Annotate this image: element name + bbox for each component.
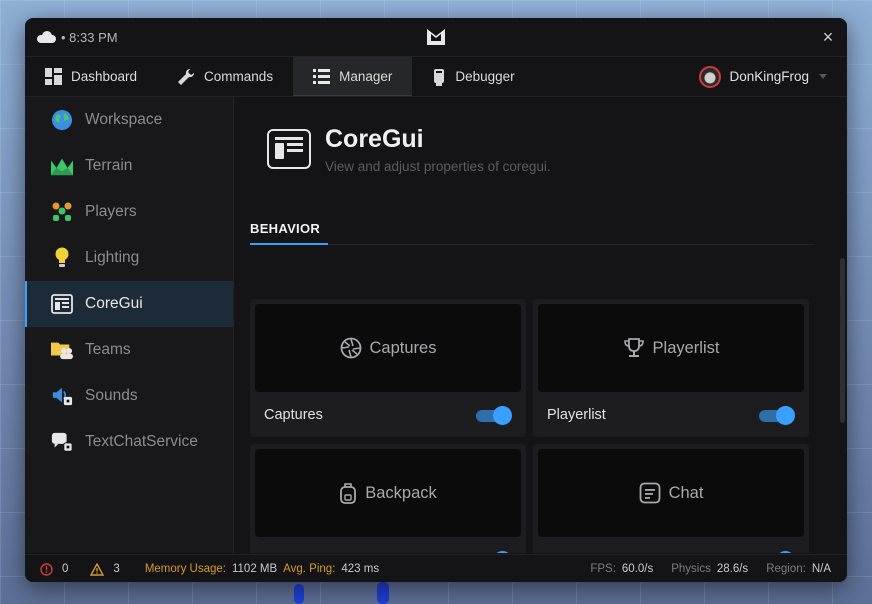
chevron-down-icon [819,74,827,79]
card-preview: Captures [255,304,521,392]
warning-count[interactable]: 3 [90,562,120,576]
card-preview-label: Captures [369,338,437,357]
sidebar-item-workspace[interactable]: Workspace [25,97,233,143]
terrain-icon [51,155,73,177]
setting-card-playerlist: Playerlist Playerlist [533,299,809,437]
setting-card-backpack: Backpack [250,444,526,553]
dashboard-icon [45,68,62,85]
tab-active-indicator [250,243,328,245]
teams-icon [51,339,73,361]
sidebar-item-label: TextChatService [85,433,198,450]
card-label: Playerlist [547,407,606,423]
title-bar: • 8:33 PM × [25,18,847,57]
card-preview: Chat [538,449,804,537]
sidebar-item-label: Workspace [85,111,163,128]
setting-card-captures: Captures Captures [250,299,526,437]
page-title: CoreGui [325,125,424,153]
chat-toggle[interactable] [759,551,795,553]
tab-manager[interactable]: Manager [293,57,413,96]
physics: Physics 28.6/s [671,563,749,575]
scrollbar[interactable] [840,258,845,423]
backpack-icon [340,483,357,504]
card-label: Captures [264,407,323,423]
sidebar-item-label: CoreGui [85,295,143,312]
sidebar-item-label: Lighting [85,249,140,266]
camera-shutter-icon [340,337,361,359]
backpack-toggle[interactable] [476,551,512,553]
tab-commands[interactable]: Commands [157,57,293,96]
sidebar-item-textchatservice[interactable]: TextChatService [25,419,233,465]
sidebar: Workspace Terrain Players Lighting CoreG… [25,97,234,553]
app-logo-icon [427,29,445,45]
sidebar-item-teams[interactable]: Teams [25,327,233,373]
cloud-icon [37,31,57,43]
trophy-icon [623,338,644,357]
playerlist-toggle[interactable] [759,406,795,425]
fps: FPS: 60.0/s [590,563,654,575]
setting-card-chat: Chat [533,444,809,553]
tab-debugger[interactable]: Debugger [412,57,534,96]
sidebar-item-label: Teams [85,341,131,358]
sidebar-item-terrain[interactable]: Terrain [25,143,233,189]
players-icon [51,201,73,223]
debugger-icon [434,68,445,86]
card-preview: Playerlist [538,304,804,392]
sidebar-item-lighting[interactable]: Lighting [25,235,233,281]
list-icon [313,68,331,84]
tab-behavior[interactable]: BEHAVIOR [250,221,320,236]
tab-label: Debugger [455,69,515,84]
sidebar-item-players[interactable]: Players [25,189,233,235]
memory-usage: Memory Usage: 1102 MB [144,563,278,575]
card-preview: Backpack [255,449,521,537]
section-divider [250,244,813,245]
coregui-icon [51,293,73,315]
time-indicator: • 8:33 PM [37,30,118,45]
tab-dashboard[interactable]: Dashboard [25,57,157,96]
error-count[interactable]: 0 [40,562,68,576]
main-panel: CoreGui View and adjust properties of co… [234,97,847,553]
sound-icon [51,385,73,407]
tab-label: Dashboard [71,69,138,84]
username: DonKingFrog [729,69,809,84]
warning-icon [90,562,105,576]
avg-ping: Avg. Ping: 423 ms [283,563,380,575]
card-preview-label: Chat [668,483,704,502]
globe-icon [51,109,73,131]
sidebar-item-sounds[interactable]: Sounds [25,373,233,419]
sidebar-item-label: Players [85,203,137,220]
chat-icon [639,482,660,504]
sidebar-item-label: Sounds [85,387,138,404]
close-button[interactable]: × [819,28,837,46]
status-bar: 0 3 Memory Usage: 1102 MB Avg. Ping: 423… [25,554,847,582]
background-figure [377,582,389,604]
card-preview-label: Backpack [365,483,437,502]
clock-text: • 8:33 PM [61,29,118,45]
sidebar-item-label: Terrain [85,157,133,174]
chat-service-icon [51,431,73,453]
main-tabs: Dashboard Commands Manager Debugger DonK… [25,57,847,97]
captures-toggle[interactable] [476,406,512,425]
avatar [699,65,722,88]
background-figure [294,584,304,604]
sidebar-item-coregui[interactable]: CoreGui [25,281,233,327]
card-preview-label: Playerlist [652,338,720,357]
tab-label: Manager [339,68,393,84]
lightbulb-icon [51,247,73,269]
error-icon [40,562,53,576]
user-menu[interactable]: DonKingFrog [699,57,827,96]
page-subtitle: View and adjust properties of coregui. [325,159,551,174]
region: Region: N/A [766,563,831,575]
app-window: • 8:33 PM × Dashboard Commands Manager D… [25,18,847,582]
tab-label: Commands [204,69,274,84]
wrench-icon [178,68,195,85]
coregui-header-icon [267,129,311,169]
